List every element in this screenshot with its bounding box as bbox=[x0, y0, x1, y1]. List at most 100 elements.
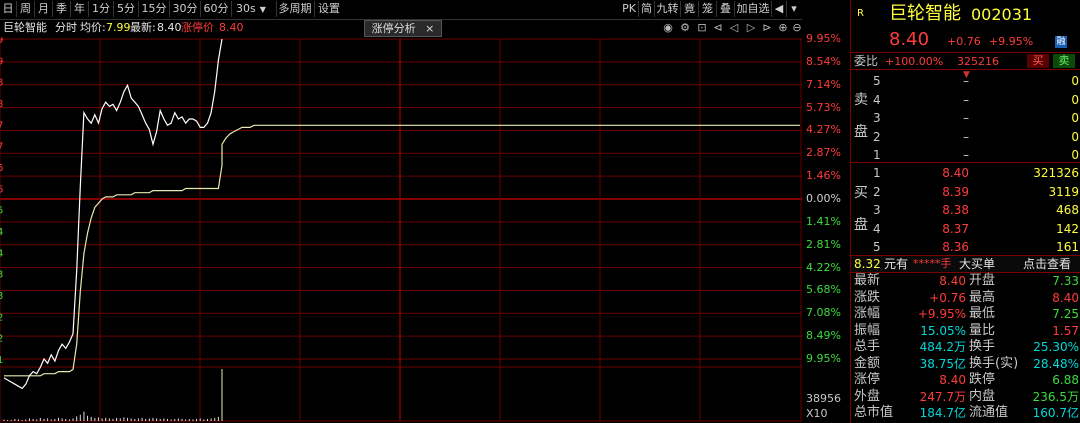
big-order-bar[interactable]: 8.32 元有 *****手 大买单 点击查看 bbox=[851, 256, 1080, 272]
limit-value: 8.40 bbox=[219, 21, 244, 34]
period-week[interactable]: 周 bbox=[17, 1, 35, 17]
ask-volume: 0 bbox=[1071, 74, 1079, 88]
multi-period-button[interactable]: 多周期 bbox=[276, 1, 315, 17]
simple-button[interactable]: 简 bbox=[639, 1, 655, 17]
ask-level: 1 bbox=[873, 148, 881, 162]
period-year[interactable]: 年 bbox=[71, 1, 89, 17]
period-day[interactable]: 日 bbox=[0, 1, 17, 17]
left-axis-label: 6 bbox=[0, 184, 3, 195]
pk-button[interactable]: PK bbox=[620, 1, 639, 17]
period-select[interactable]: 30s ▼ bbox=[234, 1, 277, 17]
stat-value: 25.30% bbox=[1033, 340, 1079, 354]
pct-axis-label: 2.81% bbox=[806, 237, 841, 251]
quote-price: 8.40 bbox=[889, 29, 930, 50]
prev-icon[interactable]: ◁ bbox=[727, 21, 741, 35]
left-axis-label: 3 bbox=[0, 291, 3, 302]
period-1min[interactable]: 1分 bbox=[89, 1, 114, 17]
chevron-down-icon[interactable]: ▾ bbox=[787, 1, 801, 17]
pct-axis-label: 4.27% bbox=[806, 123, 841, 137]
buy-side-label-1: 买 bbox=[854, 185, 868, 201]
volume-max-label: 38956 bbox=[806, 392, 841, 405]
weibi-label: 委比 bbox=[854, 54, 879, 68]
period-30min[interactable]: 30分 bbox=[170, 1, 201, 17]
add-favorite-button[interactable]: 加自选 bbox=[735, 1, 772, 17]
chart-grid bbox=[0, 38, 802, 422]
stat-value: +0.76 bbox=[929, 290, 966, 305]
stat-value: +9.95% bbox=[917, 307, 966, 321]
stat-value: 7.25 bbox=[1052, 307, 1079, 321]
big-order-label: 大买单 bbox=[959, 257, 996, 271]
pct-axis-label: 4.22% bbox=[806, 260, 841, 274]
big-order-stars: *****手 bbox=[913, 257, 952, 270]
ask-price: – bbox=[963, 129, 969, 144]
tab-limit-analysis-label: 涨停分析 bbox=[371, 22, 416, 35]
bid-volume: 142 bbox=[1056, 221, 1079, 236]
left-axis-label: 7 bbox=[0, 142, 3, 153]
latest-value: 8.40 bbox=[157, 21, 182, 34]
stat-label: 换手(实) bbox=[969, 355, 1019, 371]
volume-bars bbox=[3, 369, 223, 421]
left-axis-label: 4 bbox=[0, 248, 3, 259]
zoom-out-icon[interactable]: ⊖ bbox=[790, 21, 804, 35]
bid-price: 8.37 bbox=[942, 221, 969, 236]
bid-price: 8.40 bbox=[942, 166, 969, 180]
quote-stock-name: 巨轮智能 bbox=[889, 3, 961, 24]
period-5min[interactable]: 5分 bbox=[114, 1, 139, 17]
intraday-chart[interactable]: 9 9 8 8 7 7 6 6 5 4 4 3 3 2 2 1 bbox=[0, 37, 802, 423]
ask-level: 2 bbox=[873, 129, 881, 144]
speaker-icon[interactable]: ◀ bbox=[772, 1, 787, 17]
pct-axis-label: 5.68% bbox=[806, 283, 841, 297]
badge-r: R bbox=[857, 8, 864, 19]
nine-turn-button[interactable]: 九转 bbox=[655, 1, 681, 17]
stat-label: 金额 bbox=[854, 355, 881, 371]
sell-button[interactable]: 卖 bbox=[1053, 54, 1075, 68]
buy-button[interactable]: 买 bbox=[1027, 54, 1049, 68]
tab-limit-analysis[interactable]: 涨停分析 × bbox=[364, 20, 442, 37]
next-icon[interactable]: ▷ bbox=[744, 21, 758, 35]
left-axis-label: 7 bbox=[0, 120, 3, 131]
big-order-link[interactable]: 点击查看 bbox=[1023, 257, 1071, 271]
stat-value: 1.57 bbox=[1052, 323, 1079, 338]
eye-icon[interactable]: ◉ bbox=[661, 21, 675, 35]
sell-side-label-1: 卖 bbox=[854, 92, 868, 108]
auction-button[interactable]: 竟 bbox=[681, 1, 699, 17]
overlay-button[interactable]: 叠 bbox=[717, 1, 735, 17]
stat-value: 38.75亿 bbox=[919, 356, 966, 371]
stat-label: 跌停 bbox=[969, 372, 996, 387]
stat-label: 最高 bbox=[969, 289, 996, 305]
stat-label: 振幅 bbox=[854, 322, 881, 338]
settings-gear-icon[interactable]: ⚙ bbox=[678, 21, 692, 35]
latest-label: 最新: bbox=[130, 21, 156, 34]
avg-value: 7.99 bbox=[106, 21, 131, 34]
zoom-in-icon[interactable]: ⊕ bbox=[776, 21, 790, 35]
stat-value: 8.40 bbox=[939, 373, 966, 387]
stat-label: 外盘 bbox=[854, 388, 881, 404]
settings-button[interactable]: 设置 bbox=[316, 1, 342, 17]
ask-price: – bbox=[963, 148, 969, 162]
cage-button[interactable]: 笼 bbox=[699, 1, 717, 17]
pct-axis-label: 8.49% bbox=[806, 329, 841, 343]
back-icon[interactable]: ⊲ bbox=[711, 21, 725, 35]
volume-scale-label: X10 bbox=[806, 407, 828, 420]
period-15min[interactable]: 15分 bbox=[139, 1, 170, 17]
pct-axis-label: 2.87% bbox=[806, 146, 841, 160]
close-icon[interactable]: × bbox=[425, 22, 434, 35]
ask-price: – bbox=[963, 111, 969, 125]
bid-price: 8.36 bbox=[942, 240, 969, 254]
period-60min[interactable]: 60分 bbox=[201, 1, 232, 17]
bid-volume: 161 bbox=[1056, 240, 1079, 254]
quote-change: +0.76 bbox=[947, 35, 981, 48]
bid-price: 8.39 bbox=[942, 184, 969, 199]
fullscreen-icon[interactable]: ⊡ bbox=[695, 21, 709, 35]
left-axis-label: 4 bbox=[0, 227, 3, 238]
period-quarter[interactable]: 季 bbox=[53, 1, 71, 17]
stat-value: 15.05% bbox=[920, 323, 966, 338]
ask-level: 5 bbox=[873, 74, 881, 88]
period-month[interactable]: 月 bbox=[35, 1, 53, 17]
stat-label: 开盘 bbox=[969, 273, 996, 288]
forward-icon[interactable]: ⊳ bbox=[760, 21, 774, 35]
stat-label: 换手 bbox=[969, 339, 996, 354]
bid-volume: 321326 bbox=[1033, 166, 1079, 180]
mode-label: 分时 bbox=[55, 21, 77, 34]
limit-label: 涨停价 bbox=[181, 21, 214, 34]
